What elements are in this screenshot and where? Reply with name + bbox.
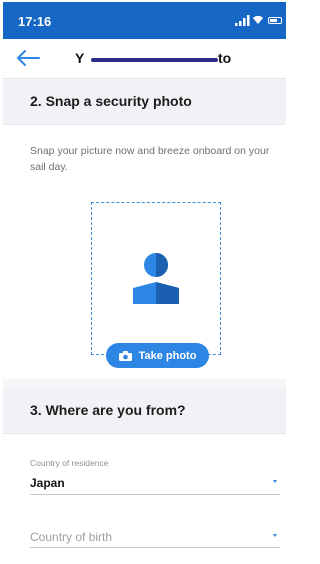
status-time: 17:16 xyxy=(18,14,52,29)
photo-description: Snap your picture now and breeze onboard… xyxy=(30,145,270,173)
chevron-down-icon[interactable] xyxy=(273,480,277,483)
battery-icon xyxy=(268,17,282,24)
photo-section: Snap your picture now and breeze onboard… xyxy=(3,125,286,379)
residence-select[interactable]: Japan xyxy=(30,476,65,490)
origin-section: Country of residence Japan Country of bi… xyxy=(3,434,286,557)
arrow-left-icon[interactable] xyxy=(15,49,41,67)
app-frame: 17:16 Y to 2. Snap a security photo Snap… xyxy=(3,2,286,557)
page-title-prefix: Y xyxy=(75,50,85,66)
section-header-photo: 2. Snap a security photo xyxy=(3,79,286,125)
cellular-signal-icon xyxy=(235,15,250,26)
residence-label: Country of residence xyxy=(30,458,109,468)
birth-select[interactable]: Country of birth xyxy=(30,530,112,544)
section-header-origin: 3. Where are you from? xyxy=(3,388,286,434)
nav-bar: Y to xyxy=(3,39,286,79)
section-title-photo: 2. Snap a security photo xyxy=(30,93,192,109)
section-title-origin: 3. Where are you from? xyxy=(30,402,186,418)
wifi-icon xyxy=(253,15,263,24)
person-silhouette-icon xyxy=(133,253,179,304)
page-title-suffix: to xyxy=(218,50,232,66)
chevron-down-icon[interactable] xyxy=(273,534,277,537)
take-photo-button[interactable]: Take photo xyxy=(106,343,209,368)
residence-underline xyxy=(30,494,280,495)
status-bar: 17:16 xyxy=(3,2,286,39)
camera-icon xyxy=(118,350,132,361)
redaction-bar xyxy=(91,58,218,62)
take-photo-label: Take photo xyxy=(138,349,197,362)
birth-underline xyxy=(30,547,280,548)
photo-frame[interactable] xyxy=(91,202,221,355)
